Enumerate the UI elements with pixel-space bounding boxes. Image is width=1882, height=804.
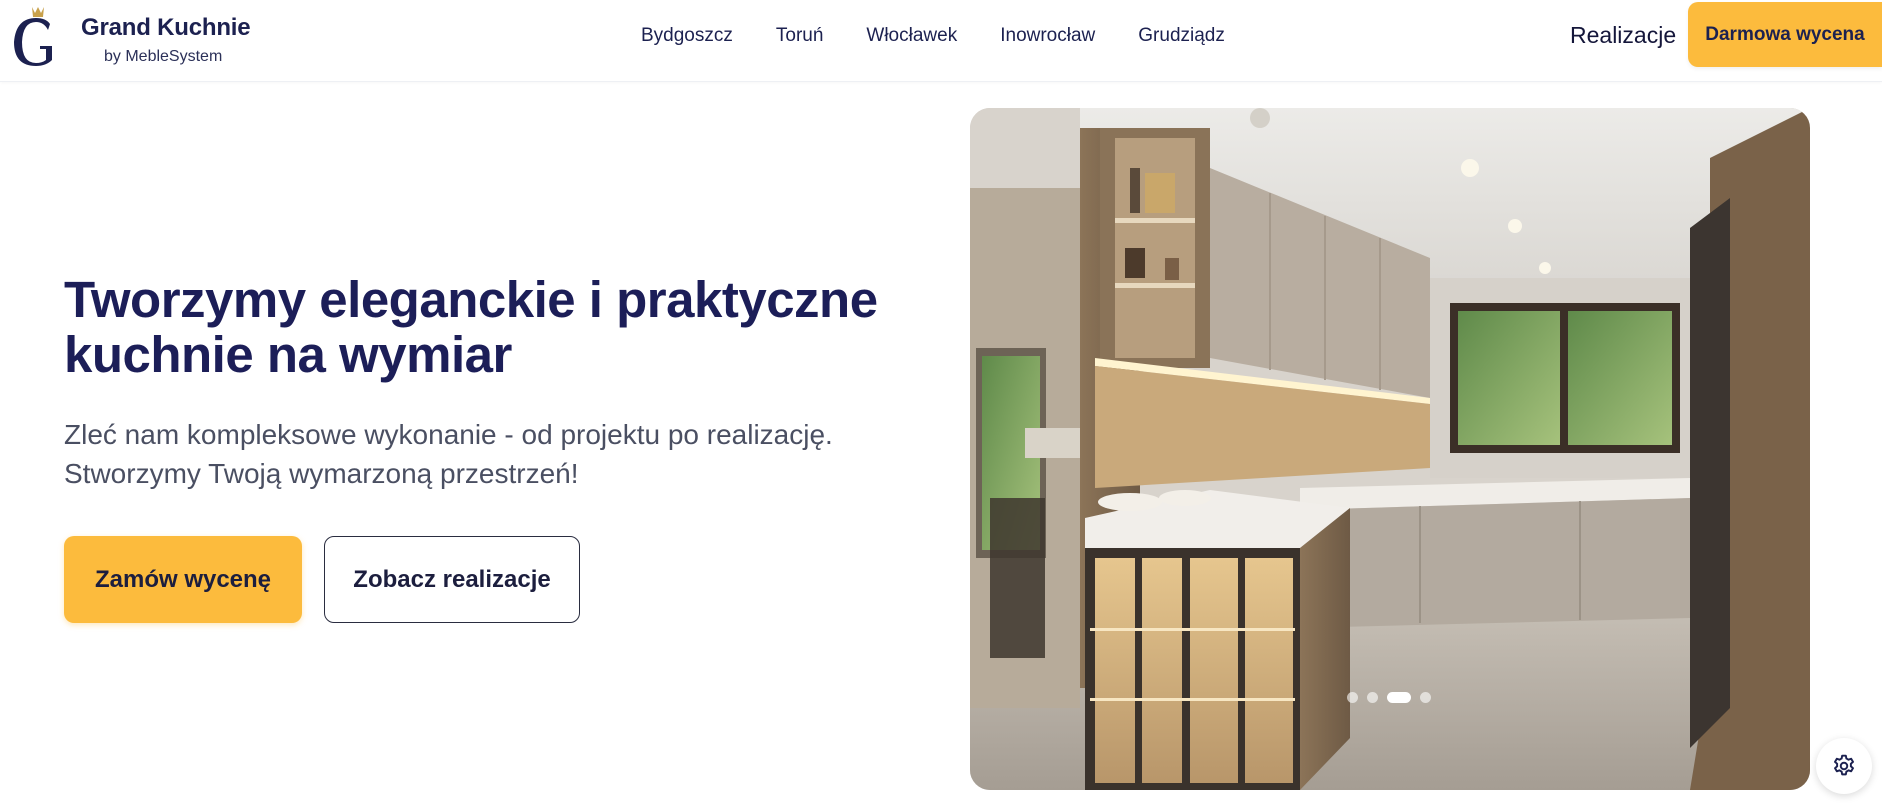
nav-item-torun[interactable]: Toruń (776, 22, 824, 50)
hero-carousel[interactable] (970, 108, 1810, 790)
carousel-dot-2[interactable] (1367, 692, 1378, 703)
carousel-dot-4[interactable] (1420, 692, 1431, 703)
hero-subtitle: Zleć nam kompleksowe wykonanie - od proj… (64, 415, 884, 493)
hero-title-line-1: Tworzymy eleganckie i praktyczne (64, 271, 878, 328)
gear-icon (1834, 754, 1854, 776)
hero-title-line-2: kuchnie na wymiar (64, 326, 512, 383)
nav-item-bydgoszcz[interactable]: Bydgoszcz (641, 22, 733, 50)
city-nav: Bydgoszcz Toruń Włocławek Inowrocław Gru… (641, 22, 1225, 50)
nav-item-wloclawek[interactable]: Włocławek (866, 22, 957, 50)
carousel-dot-1[interactable] (1347, 692, 1358, 703)
hero-title: Tworzymy eleganckie i praktyczne kuchnie… (64, 272, 884, 382)
modern-kitchen-photo (970, 108, 1810, 790)
site-header: Grand Kuchnie by MebleSystem Bydgoszcz T… (0, 0, 1882, 82)
see-projects-button[interactable]: Zobacz realizacje (324, 536, 580, 623)
realizacje-link[interactable]: Realizacje (1570, 20, 1676, 50)
order-quote-button[interactable]: Zamów wycenę (64, 536, 302, 623)
brand-logo[interactable]: Grand Kuchnie by MebleSystem (6, 4, 266, 74)
brand-tagline: by MebleSystem (104, 48, 223, 65)
carousel-dot-3-active[interactable] (1387, 692, 1411, 703)
crowned-g-icon (14, 7, 52, 66)
carousel-dots (1347, 692, 1431, 703)
hero-subtitle-line-2: Stworzymy Twoją wymarzoną przestrzeń! (64, 458, 579, 489)
nav-item-grudziadz[interactable]: Grudziądz (1138, 22, 1225, 50)
nav-item-inowroclaw[interactable]: Inowrocław (1000, 22, 1095, 50)
brand-name: Grand Kuchnie (81, 14, 251, 41)
free-quote-button[interactable]: Darmowa wycena (1688, 2, 1882, 67)
hero-subtitle-line-1: Zleć nam kompleksowe wykonanie - od proj… (64, 419, 833, 450)
settings-button[interactable] (1816, 738, 1872, 794)
